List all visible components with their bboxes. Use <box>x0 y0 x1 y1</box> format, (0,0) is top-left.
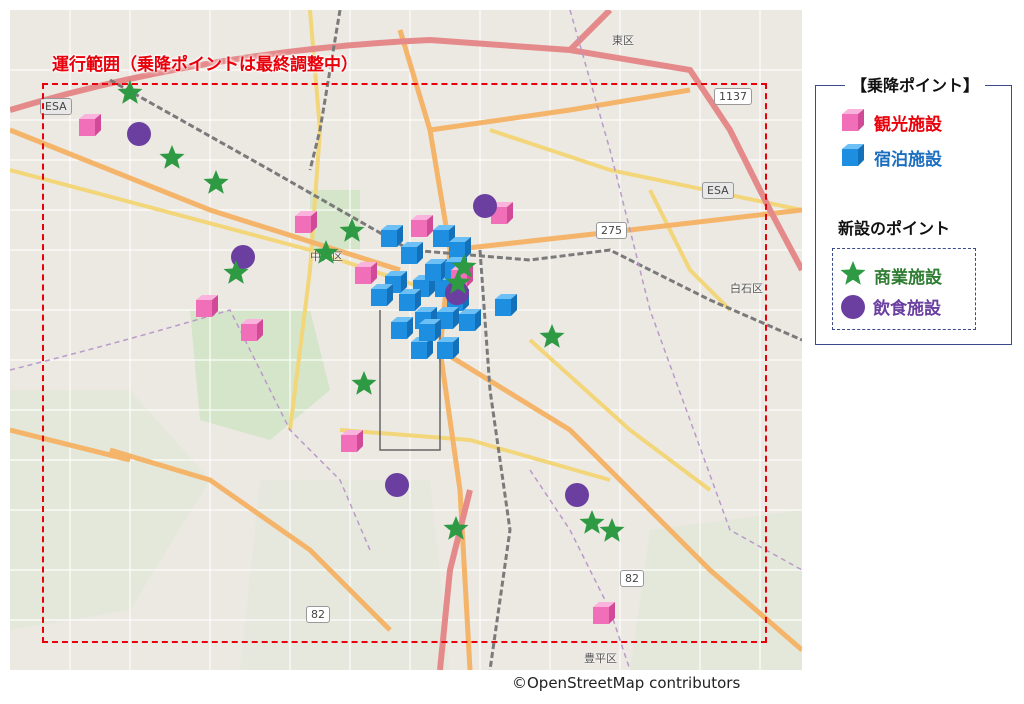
legend-label-dining: 飲食施設 <box>873 299 941 319</box>
legend-new-points-title: 新設のポイント <box>838 219 951 238</box>
legend-item-dining: 飲食施設 <box>841 294 941 319</box>
lodging-marker[interactable] <box>457 307 483 337</box>
legend-item-commercial: 商業施設 <box>840 260 942 290</box>
service-range-title: 運行範囲（乗降ポイントは最終調整中） <box>52 55 358 75</box>
sightseeing-marker[interactable] <box>293 209 319 239</box>
sightseeing-marker[interactable] <box>77 112 103 142</box>
sightseeing-marker[interactable] <box>339 428 365 458</box>
dining-marker[interactable] <box>127 122 151 146</box>
legend-label-commercial: 商業施設 <box>874 267 942 288</box>
dining-marker[interactable] <box>385 473 409 497</box>
sightseeing-marker[interactable] <box>409 213 435 243</box>
legend-item-lodging: 宿泊施設 <box>840 142 942 172</box>
commercial-marker[interactable] <box>599 517 625 547</box>
service-range-boundary <box>42 83 767 643</box>
map-credit: ©OpenStreetMap contributors <box>512 674 741 692</box>
map-label-higashi: 東区 <box>612 34 634 47</box>
commercial-marker[interactable] <box>443 515 469 545</box>
dining-marker[interactable] <box>565 483 589 507</box>
green-star-icon <box>840 260 866 290</box>
commercial-marker[interactable] <box>539 323 565 353</box>
lodging-marker[interactable] <box>417 317 443 347</box>
dining-marker[interactable] <box>473 194 497 218</box>
commercial-marker[interactable] <box>339 217 365 247</box>
lodging-marker[interactable] <box>399 240 425 270</box>
commercial-marker[interactable] <box>451 253 477 283</box>
legend-title: 【乗降ポイント】 <box>845 72 986 96</box>
sightseeing-marker[interactable] <box>353 260 379 290</box>
commercial-marker[interactable] <box>159 144 185 174</box>
sightseeing-marker[interactable] <box>591 600 617 630</box>
lodging-marker[interactable] <box>493 292 519 322</box>
legend-label-lodging: 宿泊施設 <box>874 149 942 170</box>
sightseeing-marker[interactable] <box>239 317 265 347</box>
legend-item-sightseeing: 観光施設 <box>840 107 942 137</box>
commercial-marker[interactable] <box>351 370 377 400</box>
map-label-toyohira: 豊平区 <box>584 652 617 665</box>
commercial-marker[interactable] <box>223 259 249 289</box>
lodging-marker[interactable] <box>397 287 423 317</box>
commercial-marker[interactable] <box>203 169 229 199</box>
commercial-marker[interactable] <box>313 239 339 269</box>
purple-circle-icon <box>841 294 865 319</box>
pink-cube-icon <box>840 107 866 137</box>
commercial-marker[interactable] <box>117 79 143 109</box>
legend-label-sightseeing: 観光施設 <box>874 114 942 135</box>
blue-cube-icon <box>840 142 866 172</box>
sightseeing-marker[interactable] <box>194 293 220 323</box>
